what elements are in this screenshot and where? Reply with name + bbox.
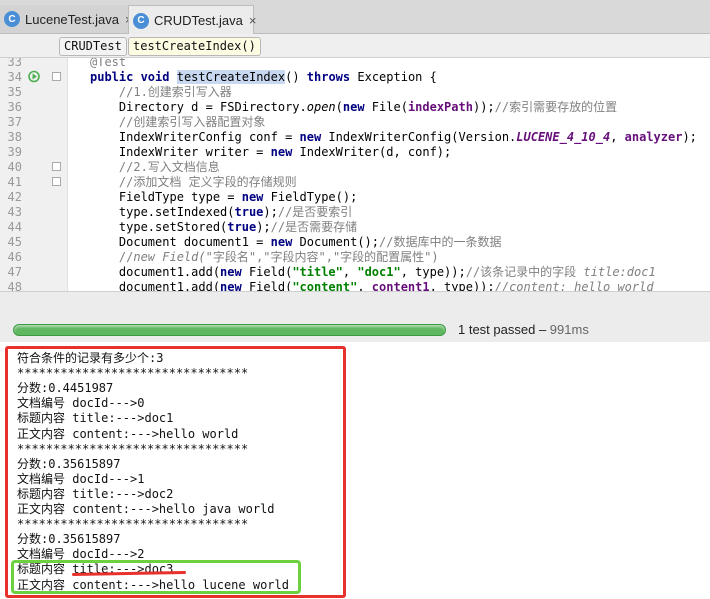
line-number: 33 [7,58,22,69]
code-line[interactable]: 48 document1.add(new Field("content", co… [0,280,710,291]
close-icon[interactable]: × [249,13,257,28]
breadcrumb: CRUDTest testCreateIndex() [0,34,710,58]
code-text: @Test [90,58,127,69]
line-number: 37 [7,115,22,129]
code-text: //添加文档 定义字段的存储规则 [118,175,297,189]
code-text: document1.add(new Field("title", "doc1",… [90,265,656,279]
code-text: Document document1 = new Document();//数据… [90,235,502,249]
code-text: //new Field("字段名","字段内容","字段的配置属性") [118,250,439,264]
code-line[interactable]: 42 FieldType type = new FieldType(); [0,190,710,205]
code-text: //2.写入文档信息 [118,160,220,174]
code-text: IndexWriter writer = new IndexWriter(d, … [90,145,452,159]
test-passed-text: 1 test passed [458,322,536,337]
line-number: 38 [7,130,22,144]
test-duration: 991ms [549,322,589,337]
code-line[interactable]: 46 //new Field("字段名","字段内容","字段的配置属性") [0,250,710,265]
code-line[interactable]: 40 //2.写入文档信息 [0,160,710,175]
line-number: 48 [7,280,22,291]
code-line[interactable]: 35 //1.创建索引写入器 [0,85,710,100]
code-line[interactable]: 47 document1.add(new Field("title", "doc… [0,265,710,280]
console-output[interactable]: 符合条件的记录有多少个:3 ***************************… [0,342,710,599]
editor-tab-bar: C LuceneTest.java × C CRUDTest.java × [0,0,710,35]
line-number: 34 [7,70,22,84]
code-text: type.setIndexed(true);//是否要索引 [90,205,353,219]
line-number: 42 [7,190,22,204]
code-line[interactable]: 34 public void testCreateIndex() throws E… [0,70,710,85]
code-line[interactable]: 45 Document document1 = new Document();/… [0,235,710,250]
code-line[interactable]: 39 IndexWriter writer = new IndexWriter(… [0,145,710,160]
test-progress-bar [13,324,446,336]
code-text: //1.创建索引写入器 [118,85,232,99]
code-line[interactable]: 41 //添加文档 定义字段的存储规则 [0,175,710,190]
code-editor[interactable]: 33 @Test 34 public void testCreateIndex() t… [0,58,710,291]
line-number: 35 [7,85,22,99]
line-number: 41 [7,175,22,189]
tab-label: CRUDTest.java [154,13,243,28]
code-text: type.setStored(true);//是否需要存储 [90,220,358,234]
code-line[interactable]: 37 //创建索引写入器配置对象 [0,115,710,130]
line-number: 39 [7,145,22,159]
code-text: public void testCreateIndex() throws Exc… [90,70,437,84]
breadcrumb-method[interactable]: testCreateIndex() [128,37,261,56]
code-text: FieldType type = new FieldType(); [90,190,358,204]
line-number: 45 [7,235,22,249]
status-separator: – [535,322,550,337]
code-line[interactable]: 43 type.setIndexed(true);//是否要索引 [0,205,710,220]
java-class-icon: C [133,12,149,29]
line-number: 44 [7,220,22,234]
green-highlight-box [11,560,301,594]
tab-label: LuceneTest.java [25,11,119,27]
code-text: //创建索引写入器配置对象 [118,115,266,129]
line-number: 46 [7,250,22,264]
tab-crudtest[interactable]: C CRUDTest.java × [128,5,257,35]
code-line[interactable]: 33 @Test [0,58,710,70]
code-text: Directory d = FSDirectory.open(new File(… [90,100,618,114]
code-line[interactable]: 36 Directory d = FSDirectory.open(new Fi… [0,100,710,115]
code-line[interactable]: 44 type.setStored(true);//是否需要存储 [0,220,710,235]
code-text: IndexWriterConfig conf = new IndexWriter… [90,130,697,144]
test-status: 1 test passed – 991ms [458,322,589,337]
line-number: 43 [7,205,22,219]
tab-lucenetest[interactable]: C LuceneTest.java × [0,5,133,33]
line-number: 47 [7,265,22,279]
line-number: 36 [7,100,22,114]
code-line[interactable]: 38 IndexWriterConfig conf = new IndexWri… [0,130,710,145]
code-text: document1.add(new Field("content", conte… [90,280,654,291]
breadcrumb-class[interactable]: CRUDTest [59,37,127,56]
java-class-icon: C [4,11,20,27]
line-number: 40 [7,160,22,174]
